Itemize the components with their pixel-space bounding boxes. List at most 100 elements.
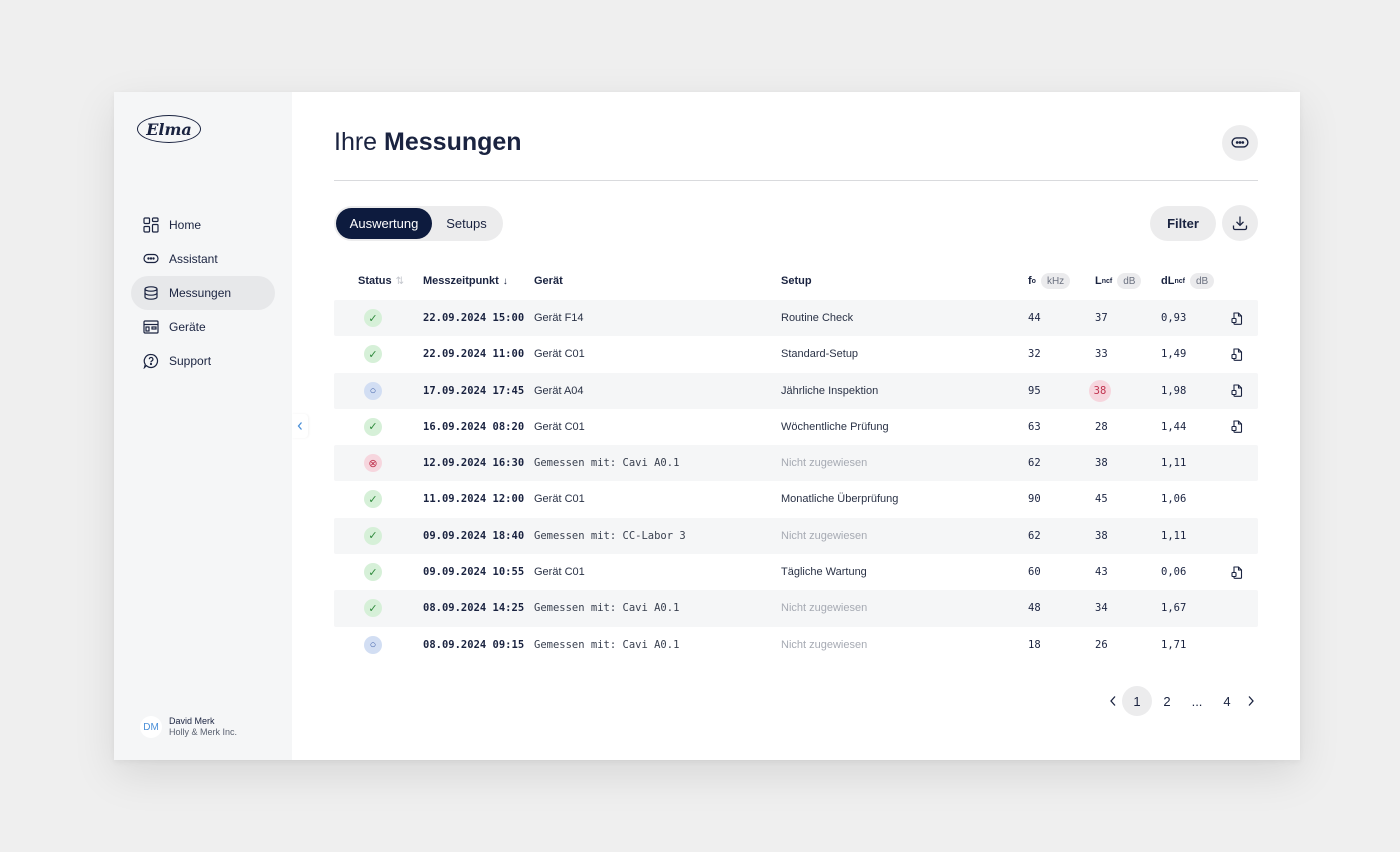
device-cell: Gemessen mit: Cavi A0.1 [534,457,680,470]
setup-cell: Standard-Setup [781,348,859,361]
column-messzeitpunkt[interactable]: Messzeitpunkt ↓ [423,270,508,292]
f0-cell: 44 [1028,312,1041,324]
page-2-button[interactable]: 2 [1152,686,1182,716]
setup-cell: Nicht zugewiesen [781,602,868,615]
column-status[interactable]: Status ⇅ [358,270,404,292]
setup-cell: Nicht zugewiesen [781,638,868,651]
download-button[interactable] [1222,205,1258,241]
table-row[interactable]: ✓ 22.09.2024 15:00 Gerät F14 Routine Check 4… [334,300,1258,337]
report-button[interactable] [1231,554,1243,590]
pagination: 1 2 ... 4 [1104,686,1260,716]
chevron-left-icon [1110,696,1116,706]
elma-logo[interactable]: Elma [137,115,201,143]
dlncf-cell: 1,11 [1161,457,1187,470]
column-lncf[interactable]: Lncf dB [1095,270,1142,292]
status-cell: ✓ [364,300,382,336]
sidebar-item-label: Home [169,218,202,232]
header-divider [334,180,1258,181]
column-f0[interactable]: fo kHz [1028,270,1071,292]
sidebar: Elma Home Assistant Messungen Geräte Sup… [114,92,292,760]
filter-button[interactable]: Filter [1150,206,1216,241]
lncf-warning-badge: 38 [1089,379,1111,402]
sidebar-nav: Home Assistant Messungen Geräte Support [131,208,275,378]
tab-auswertung[interactable]: Auswertung [336,208,432,239]
chat-bubble-icon [1231,137,1249,148]
setup-cell: Jährliche Inspektion [781,384,879,397]
report-button[interactable] [1231,373,1243,409]
table-row[interactable]: ○ 08.09.2024 09:15 Gemessen mit: Cavi A0.1… [334,627,1258,663]
status-cell: ✓ [364,518,382,554]
device-cell: Gerät C01 [534,348,585,361]
f0-cell: 95 [1028,384,1041,397]
app-window: Elma Home Assistant Messungen Geräte Sup… [114,92,1300,760]
f0-cell: 90 [1028,493,1041,506]
report-button[interactable] [1231,336,1243,372]
next-page-button[interactable] [1242,686,1260,716]
table-row[interactable]: ✓ 09.09.2024 10:55 Gerät C01 Tägliche Wartu… [334,554,1258,590]
sidebar-item-assistant[interactable]: Assistant [131,242,275,276]
timestamp-cell: 09.09.2024 10:55 [423,566,525,579]
table-row[interactable]: ✓ 11.09.2024 12:00 Gerät C01 Monatliche Übe… [334,481,1258,517]
table-row[interactable]: ✓ 16.09.2024 08:20 Gerät C01 Wöchentliche P… [334,409,1258,445]
f0-cell: 60 [1028,566,1041,579]
avatar: DM [140,716,162,738]
dlncf-cell: 1,67 [1161,602,1187,615]
device-cell: Gerät C01 [534,420,585,433]
setup-cell: Wöchentliche Prüfung [781,420,889,433]
report-button[interactable] [1231,409,1243,445]
lncf-cell: 37 [1095,312,1108,324]
table-row[interactable]: ✓ 09.09.2024 18:40 Gemessen mit: CC-Labor … [334,517,1258,555]
dlncf-cell: 0,06 [1161,566,1187,579]
assistant-chat-button[interactable] [1222,125,1258,161]
device-cell: Gemessen mit: Cavi A0.1 [534,602,680,615]
page-4-button[interactable]: 4 [1212,686,1242,716]
lncf-cell: 33 [1095,348,1108,361]
check-icon: ✓ [364,309,382,327]
f0-cell: 62 [1028,457,1041,470]
column-setup[interactable]: Setup [781,270,812,292]
sidebar-item-messungen[interactable]: Messungen [131,276,275,310]
check-icon: ✓ [364,345,382,364]
measurements-table: ✓ 22.09.2024 15:00 Gerät F14 Routine Check 4… [334,300,1258,663]
prev-page-button[interactable] [1104,686,1122,716]
f0-cell: 48 [1028,602,1041,615]
table-row[interactable]: ✓ 22.09.2024 11:00 Gerät C01 Standard-Setup… [334,336,1258,372]
column-geraet[interactable]: Gerät [534,270,563,292]
report-file-icon [1231,420,1243,434]
user-profile[interactable]: DM David Merk Holly & Merk Inc. [140,716,237,738]
check-icon: ✓ [364,417,382,436]
tab-setups[interactable]: Setups [432,208,501,239]
report-file-icon [1231,348,1243,361]
f0-cell: 62 [1028,529,1041,542]
check-icon: ✓ [364,526,382,545]
dlncf-cell: 1,11 [1161,529,1187,542]
timestamp-cell: 22.09.2024 11:00 [423,348,525,361]
status-cell: ✓ [364,481,382,517]
report-file-icon [1231,384,1243,397]
report-file-icon [1231,566,1243,579]
collapse-sidebar-button[interactable] [292,414,308,438]
sidebar-item-support[interactable]: Support [131,344,275,378]
column-dlncf[interactable]: dL ncf dB [1161,270,1215,292]
f0-cell: 63 [1028,420,1041,433]
sidebar-item-home[interactable]: Home [131,208,275,242]
table-row[interactable]: ⊗ 12.09.2024 16:30 Gemessen mit: Cavi A0.1… [334,445,1258,482]
table-row[interactable]: ✓ 08.09.2024 14:25 Gemessen mit: Cavi A0.1… [334,590,1258,627]
report-button[interactable] [1231,300,1243,336]
f0-cell: 18 [1028,638,1041,651]
status-cell: ○ [364,627,382,663]
lncf-cell: 43 [1095,566,1108,579]
timestamp-cell: 12.09.2024 16:30 [423,457,525,470]
setup-cell: Nicht zugewiesen [781,529,868,542]
chat-bubble-icon [143,251,159,267]
table-row[interactable]: ○ 17.09.2024 17:45 Gerät A04 Jährliche Insp… [334,372,1258,409]
status-cell: ✓ [364,336,382,372]
unit-badge: dB [1117,273,1142,289]
check-icon: ✓ [364,599,382,618]
view-tabs: Auswertung Setups [334,206,503,241]
dlncf-cell: 1,06 [1161,493,1187,506]
sidebar-item-geraete[interactable]: Geräte [131,310,275,344]
pending-circle-icon: ○ [364,381,382,400]
lncf-cell: 38 [1095,529,1108,542]
page-1-button[interactable]: 1 [1122,686,1152,716]
